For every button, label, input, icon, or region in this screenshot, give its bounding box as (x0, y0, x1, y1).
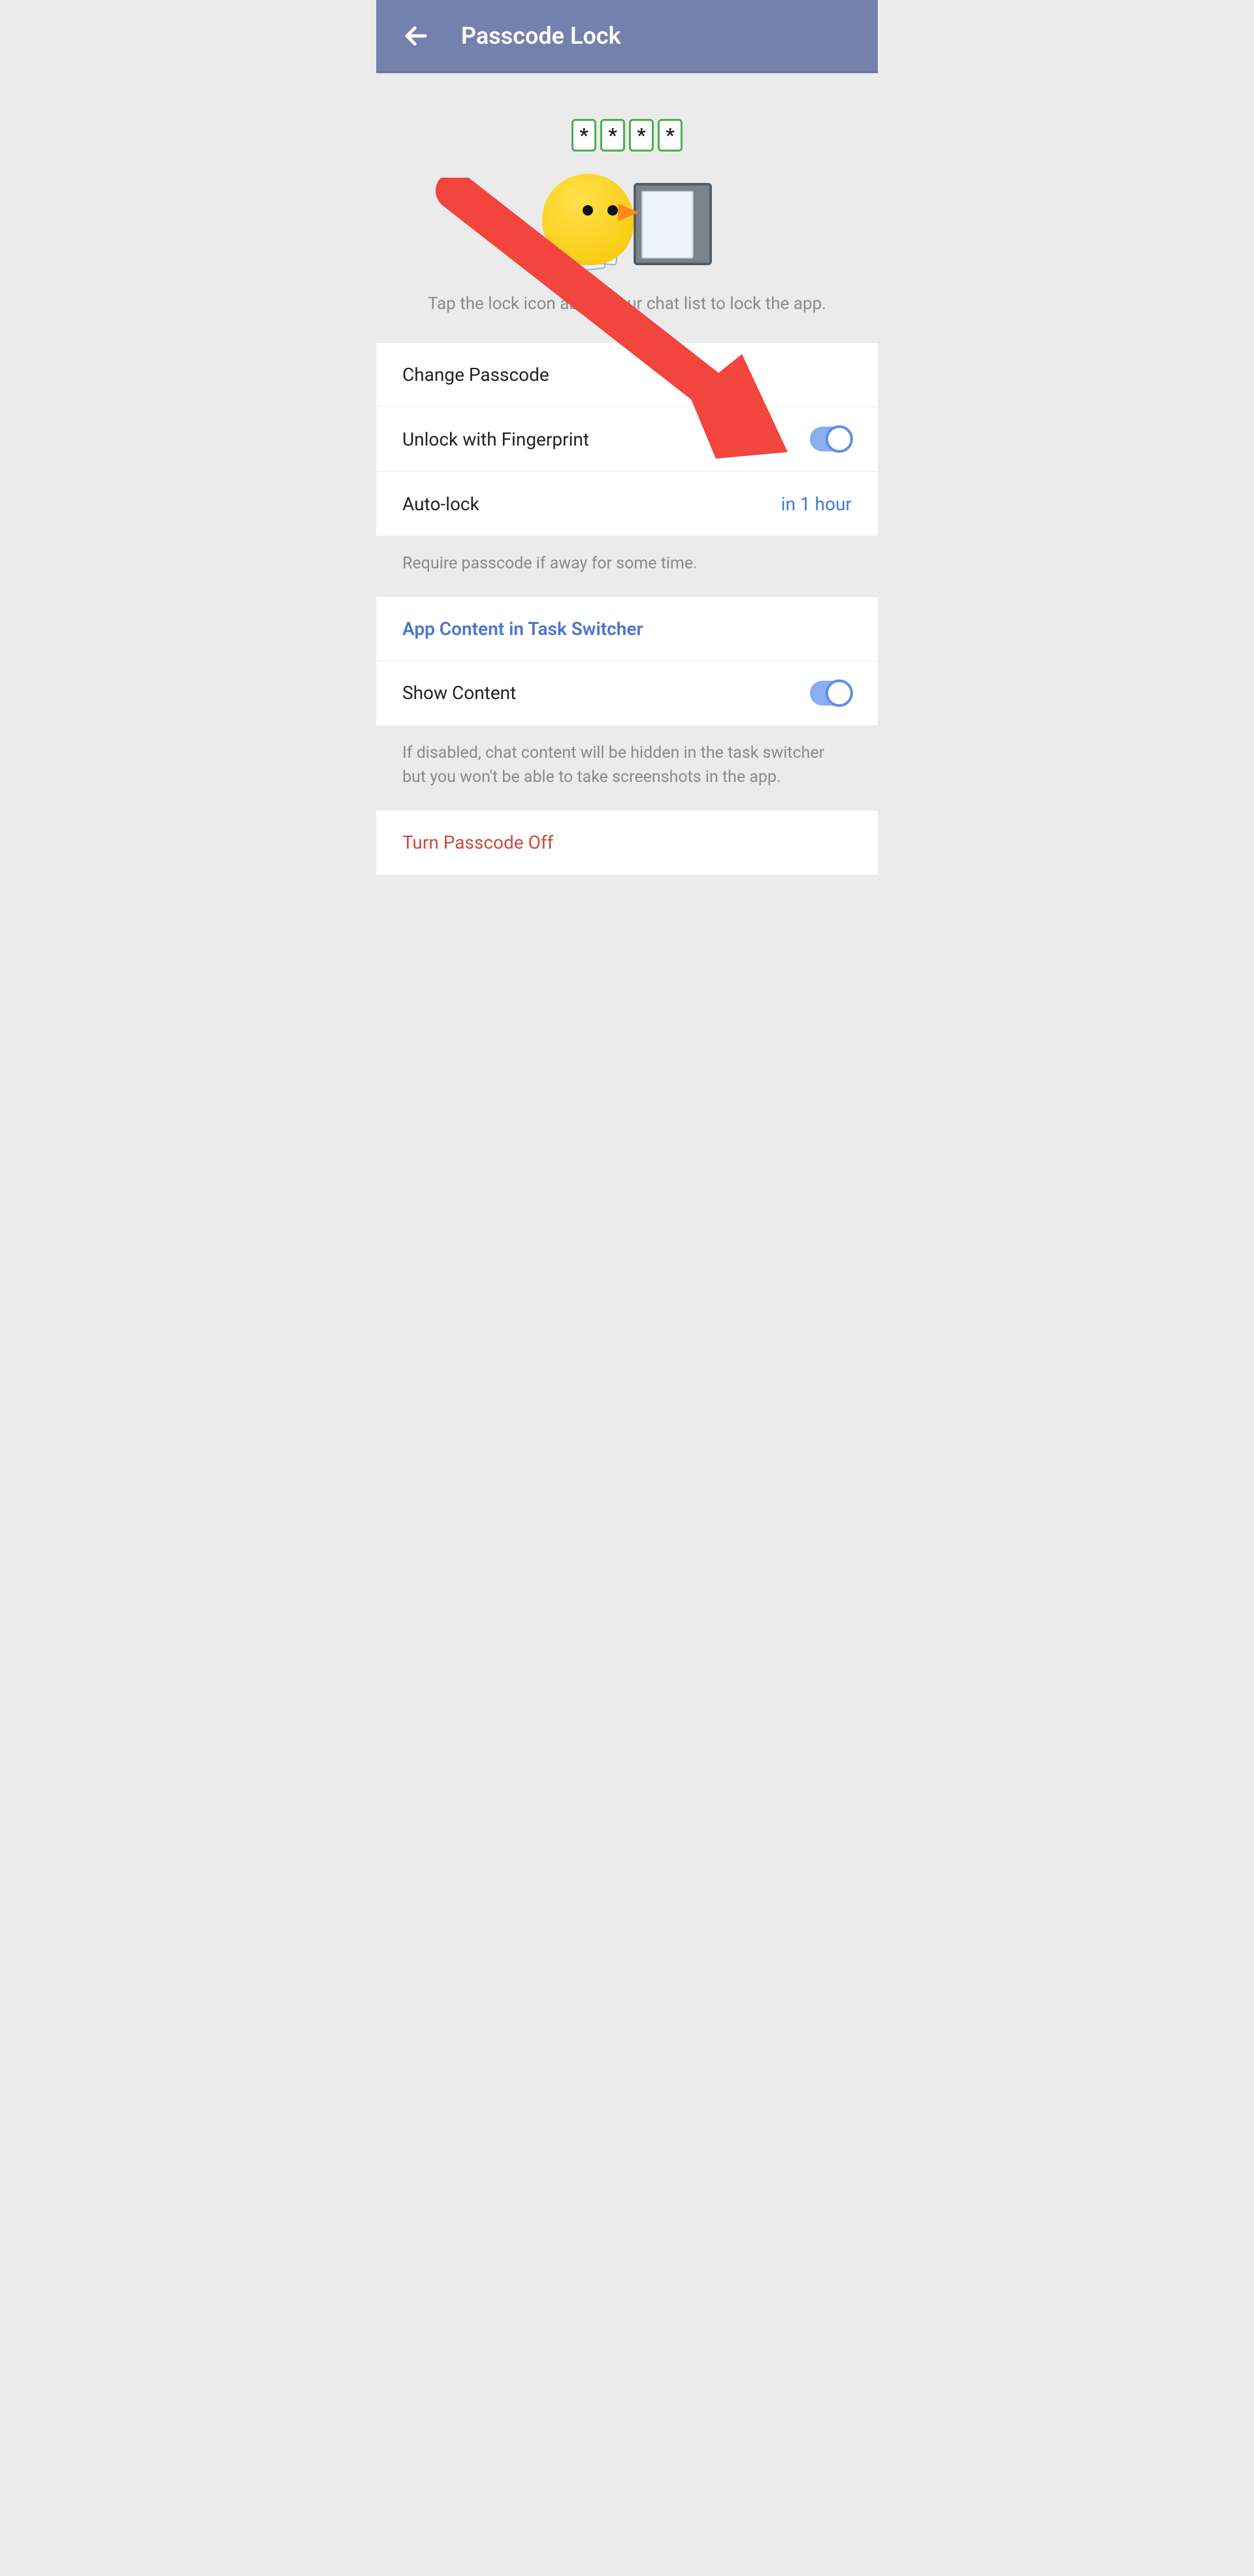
back-arrow-icon[interactable] (402, 22, 430, 50)
show-content-hint: If disabled, chat content will be hidden… (376, 725, 878, 811)
show-content-row[interactable]: Show Content (376, 661, 878, 725)
row-label: Turn Passcode Off (402, 832, 553, 853)
pin-digit: * (600, 119, 625, 152)
safe-icon (634, 183, 712, 265)
show-content-toggle[interactable] (810, 681, 852, 706)
page-title: Passcode Lock (461, 22, 621, 50)
turn-off-section: Turn Passcode Off (376, 811, 878, 875)
fingerprint-toggle[interactable] (810, 427, 852, 451)
row-label: Change Passcode (402, 364, 549, 385)
turn-passcode-off-row[interactable]: Turn Passcode Off (376, 811, 878, 875)
bottom-spacer (376, 875, 878, 1032)
section-header-label: App Content in Task Switcher (402, 618, 643, 640)
auto-lock-row[interactable]: Auto-lock in 1 hour (376, 472, 878, 536)
hero-illustration (542, 161, 712, 265)
auto-lock-value: in 1 hour (781, 493, 852, 515)
pin-digit: * (571, 119, 596, 152)
row-label: Unlock with Fingerprint (402, 429, 589, 450)
row-label: Auto-lock (402, 493, 479, 515)
pin-mask-display: * * * * (571, 119, 683, 152)
duck-icon (542, 174, 634, 265)
row-label: Show Content (402, 682, 516, 704)
task-switcher-header: App Content in Task Switcher (376, 597, 878, 661)
pin-digit: * (629, 119, 654, 152)
unlock-fingerprint-row[interactable]: Unlock with Fingerprint (376, 407, 878, 472)
hero-caption: Tap the lock icon above your chat list t… (396, 291, 858, 317)
auto-lock-hint: Require passcode if away for some time. (376, 536, 878, 597)
settings-section: Change Passcode Unlock with Fingerprint … (376, 343, 878, 536)
task-switcher-section: App Content in Task Switcher Show Conten… (376, 597, 878, 725)
hero-section: * * * * Tap the lock icon above your cha… (376, 73, 878, 343)
pin-digit: * (658, 119, 683, 152)
change-passcode-row[interactable]: Change Passcode (376, 343, 878, 407)
header-bar: Passcode Lock (376, 0, 878, 73)
